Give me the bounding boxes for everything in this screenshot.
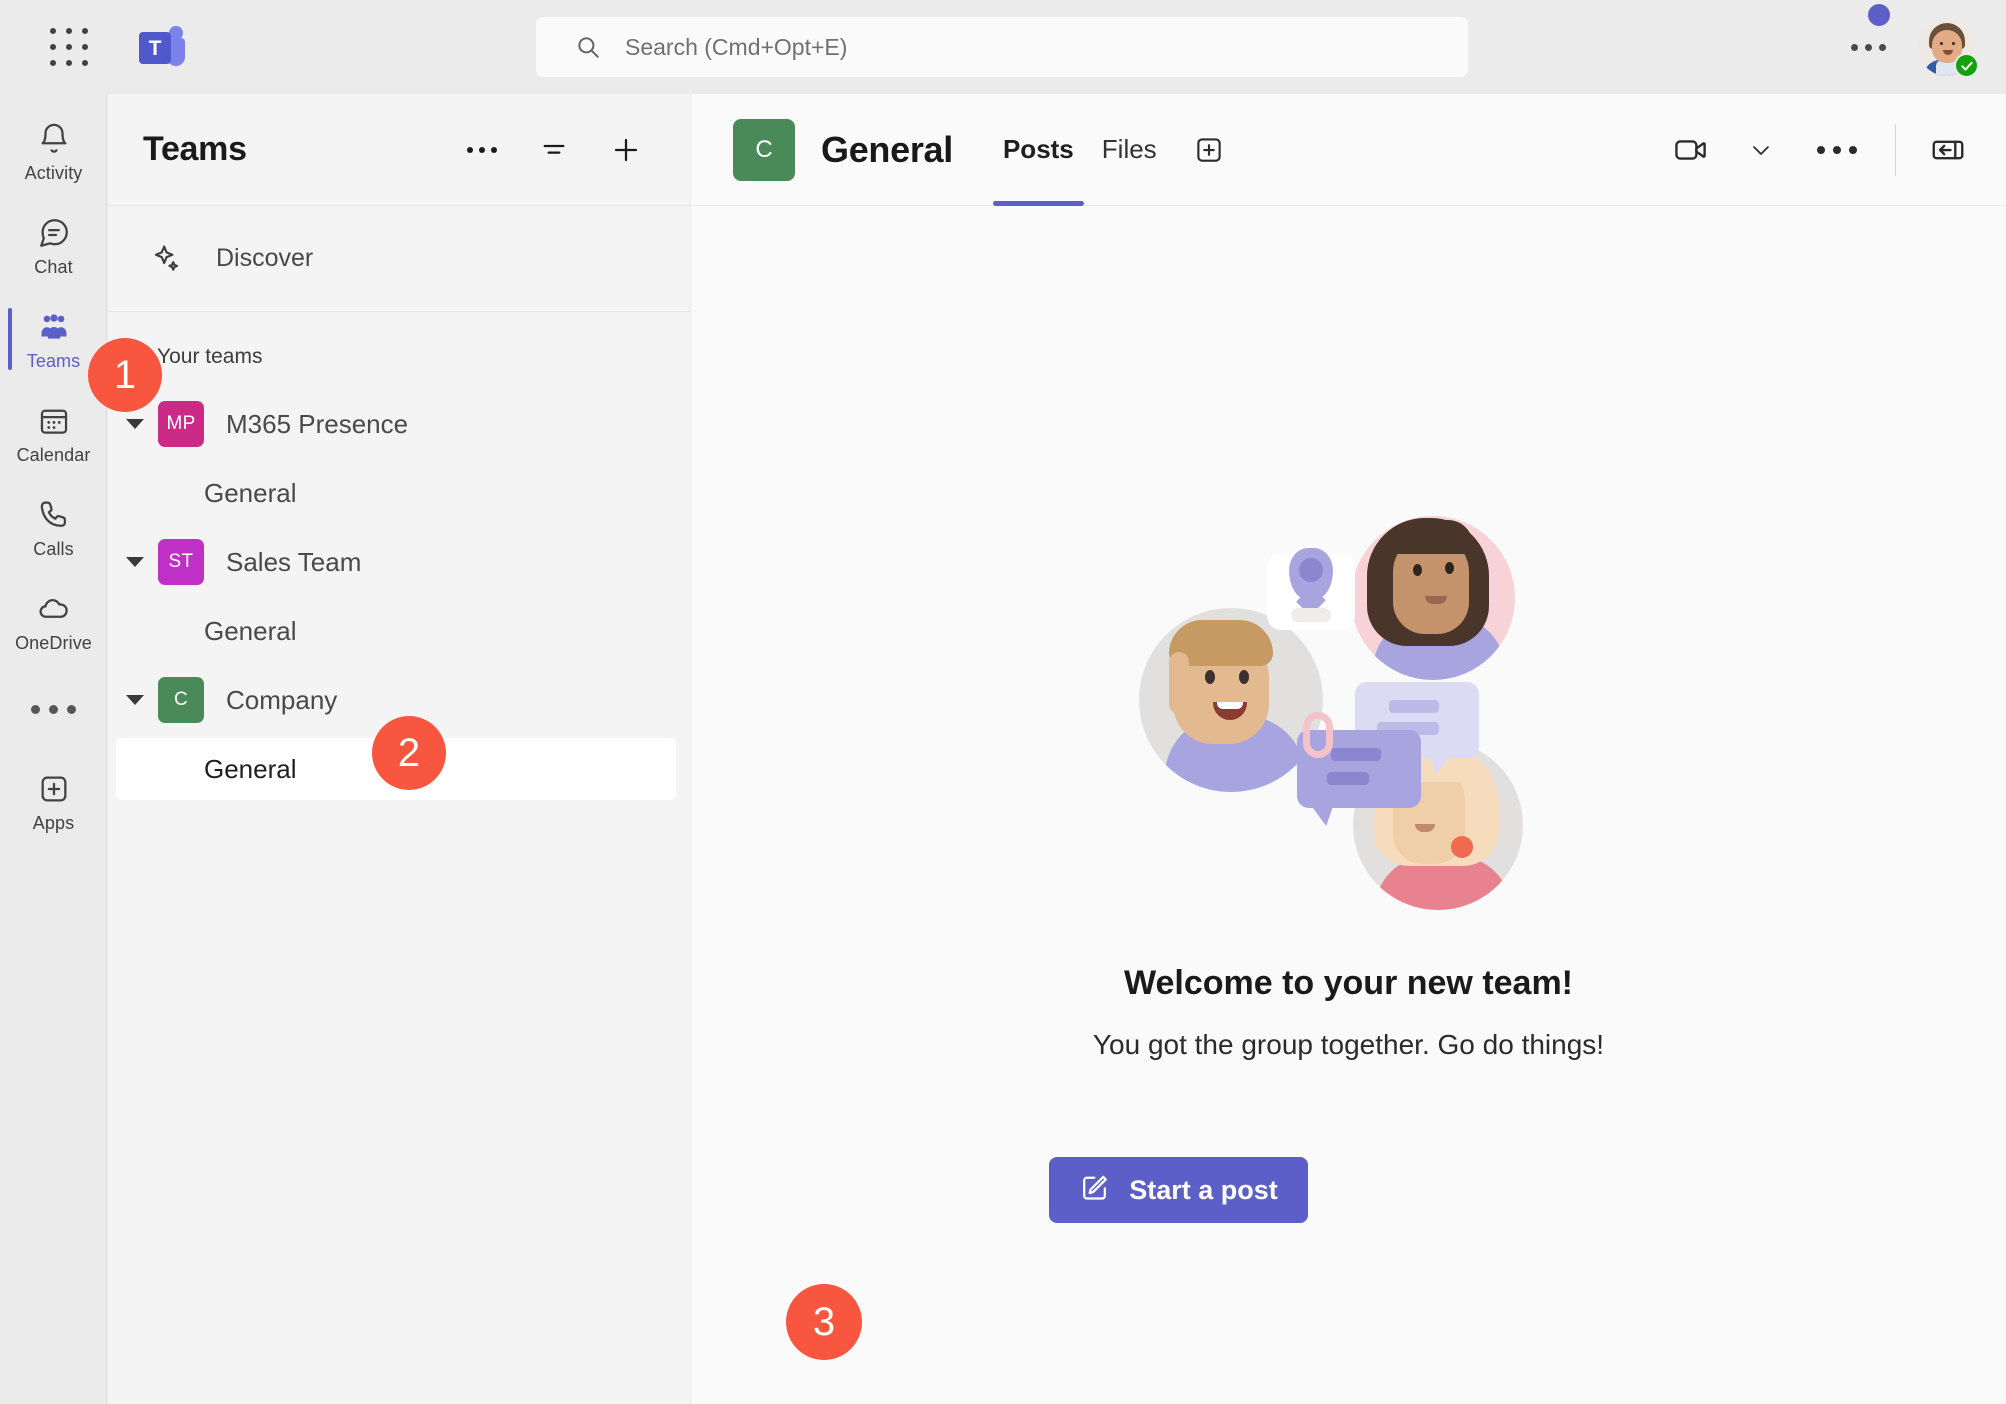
sidebar-item-activity[interactable]: Activity: [0, 108, 107, 194]
team-collaboration-illustration: [1138, 516, 1559, 916]
channel-name: General: [204, 615, 297, 646]
welcome-subtitle: You got the group together. Go do things…: [1092, 1029, 1605, 1060]
ellipsis-icon[interactable]: [1807, 145, 1867, 154]
discover-row[interactable]: Discover: [108, 206, 690, 312]
phone-icon: [37, 495, 71, 535]
tab-posts[interactable]: Posts: [989, 94, 1088, 206]
team-name: Sales Team: [226, 546, 362, 577]
user-avatar[interactable]: [1918, 18, 1979, 78]
channel-name: General: [204, 477, 297, 508]
top-bar-right: [1845, 0, 1979, 94]
start-a-post-button[interactable]: Start a post: [1049, 1157, 1308, 1223]
divider: [1895, 123, 1896, 176]
teams-panel-header: Teams: [108, 94, 690, 206]
ellipsis-icon[interactable]: [460, 128, 504, 172]
tab-files[interactable]: Files: [1088, 94, 1171, 206]
plus-square-icon: [37, 769, 71, 809]
people-icon: [37, 307, 71, 347]
bell-icon: [37, 119, 71, 159]
calendar-icon: [37, 401, 71, 441]
cloud-icon: [37, 589, 71, 629]
tab-label: Files: [1101, 134, 1157, 164]
annotation-step-2: 2: [372, 716, 446, 790]
sparkle-icon: [150, 242, 184, 276]
presence-available-icon: [1954, 53, 1979, 78]
chevron-down-icon[interactable]: [126, 695, 144, 705]
page-title: Teams: [143, 130, 247, 168]
channel-row[interactable]: General: [116, 462, 676, 524]
channel-tabs: Posts Files: [989, 94, 1229, 206]
channel-team-avatar: C: [733, 118, 795, 181]
filter-icon[interactable]: [532, 128, 576, 172]
plus-icon[interactable]: [604, 128, 648, 172]
team-avatar: C: [158, 677, 204, 723]
chevron-down-icon[interactable]: [1737, 126, 1785, 174]
tab-label: Posts: [1002, 134, 1074, 164]
sidebar-item-calendar[interactable]: Calendar: [0, 390, 107, 476]
top-bar: T: [0, 0, 2006, 94]
channel-name: General: [204, 753, 297, 784]
welcome-title: Welcome to your new team!: [1123, 964, 1574, 1002]
annotation-step-3: 3: [786, 1284, 862, 1360]
teams-panel-actions: [460, 128, 648, 172]
app-rail: Activity Chat Teams Calendar Calls OneDr…: [0, 94, 107, 1404]
sidebar-item-calls[interactable]: Calls: [0, 484, 107, 570]
channel-title: General: [821, 128, 953, 170]
rail-more-icon[interactable]: [0, 674, 107, 744]
sidebar-item-label: OneDrive: [15, 632, 92, 653]
search-bar[interactable]: [536, 17, 1468, 77]
team-avatar: MP: [158, 401, 204, 447]
video-camera-icon[interactable]: [1667, 126, 1715, 174]
illustration-person-top-right: [1350, 516, 1515, 680]
welcome-section: Welcome to your new team! You got the gr…: [691, 206, 2006, 1223]
compose-icon: [1079, 1171, 1111, 1210]
teams-logo: T: [139, 24, 185, 70]
annotation-step-1: 1: [88, 338, 162, 412]
grid-apps-icon[interactable]: [47, 25, 91, 69]
chat-bubble-icon: [37, 213, 71, 253]
teams-app-window: T Search (Cmd+Opt+E) Activity Chat Teams…: [0, 0, 2006, 1404]
start-a-post-label: Start a post: [1129, 1174, 1278, 1205]
team-avatar: ST: [158, 539, 204, 585]
sidebar-item-label: Calendar: [16, 444, 91, 465]
chevron-down-icon[interactable]: [126, 419, 144, 429]
discover-label: Discover: [216, 244, 314, 272]
sidebar-item-label: Activity: [24, 162, 83, 183]
search-input[interactable]: [625, 33, 1385, 61]
team-name: Company: [226, 684, 338, 715]
team-row[interactable]: MP M365 Presence: [108, 386, 690, 462]
your-teams-group-header[interactable]: Your teams: [108, 328, 690, 386]
teams-logo-letter: T: [139, 32, 171, 64]
panel-expand-icon[interactable]: [1924, 126, 1972, 174]
main-content: C General Posts Files Welcome to your ne…: [691, 94, 2006, 1404]
channel-row[interactable]: General: [116, 600, 676, 662]
illustration-location-card: [1266, 548, 1355, 630]
sidebar-item-label: Calls: [33, 538, 74, 559]
channel-header: C General Posts Files: [691, 94, 2006, 206]
notification-badge-dot: [1868, 4, 1890, 26]
sidebar-item-label: Apps: [32, 812, 75, 833]
team-name: M365 Presence: [226, 408, 409, 439]
sidebar-item-apps[interactable]: Apps: [0, 758, 107, 844]
team-row[interactable]: ST Sales Team: [108, 524, 690, 600]
illustration-paperclip-icon: [1302, 712, 1333, 758]
ellipsis-icon[interactable]: [1845, 34, 1892, 61]
search-icon: [575, 34, 601, 60]
sidebar-item-label: Teams: [26, 350, 81, 371]
group-label: Your teams: [157, 345, 263, 368]
illustration-person-left: [1138, 608, 1323, 792]
sidebar-item-onedrive[interactable]: OneDrive: [0, 578, 107, 664]
channel-header-actions: [1667, 123, 1972, 176]
chevron-down-icon[interactable]: [126, 557, 144, 567]
sidebar-item-chat[interactable]: Chat: [0, 202, 107, 288]
sidebar-item-label: Chat: [34, 256, 73, 277]
add-tab-plus-square-icon[interactable]: [1189, 130, 1229, 170]
